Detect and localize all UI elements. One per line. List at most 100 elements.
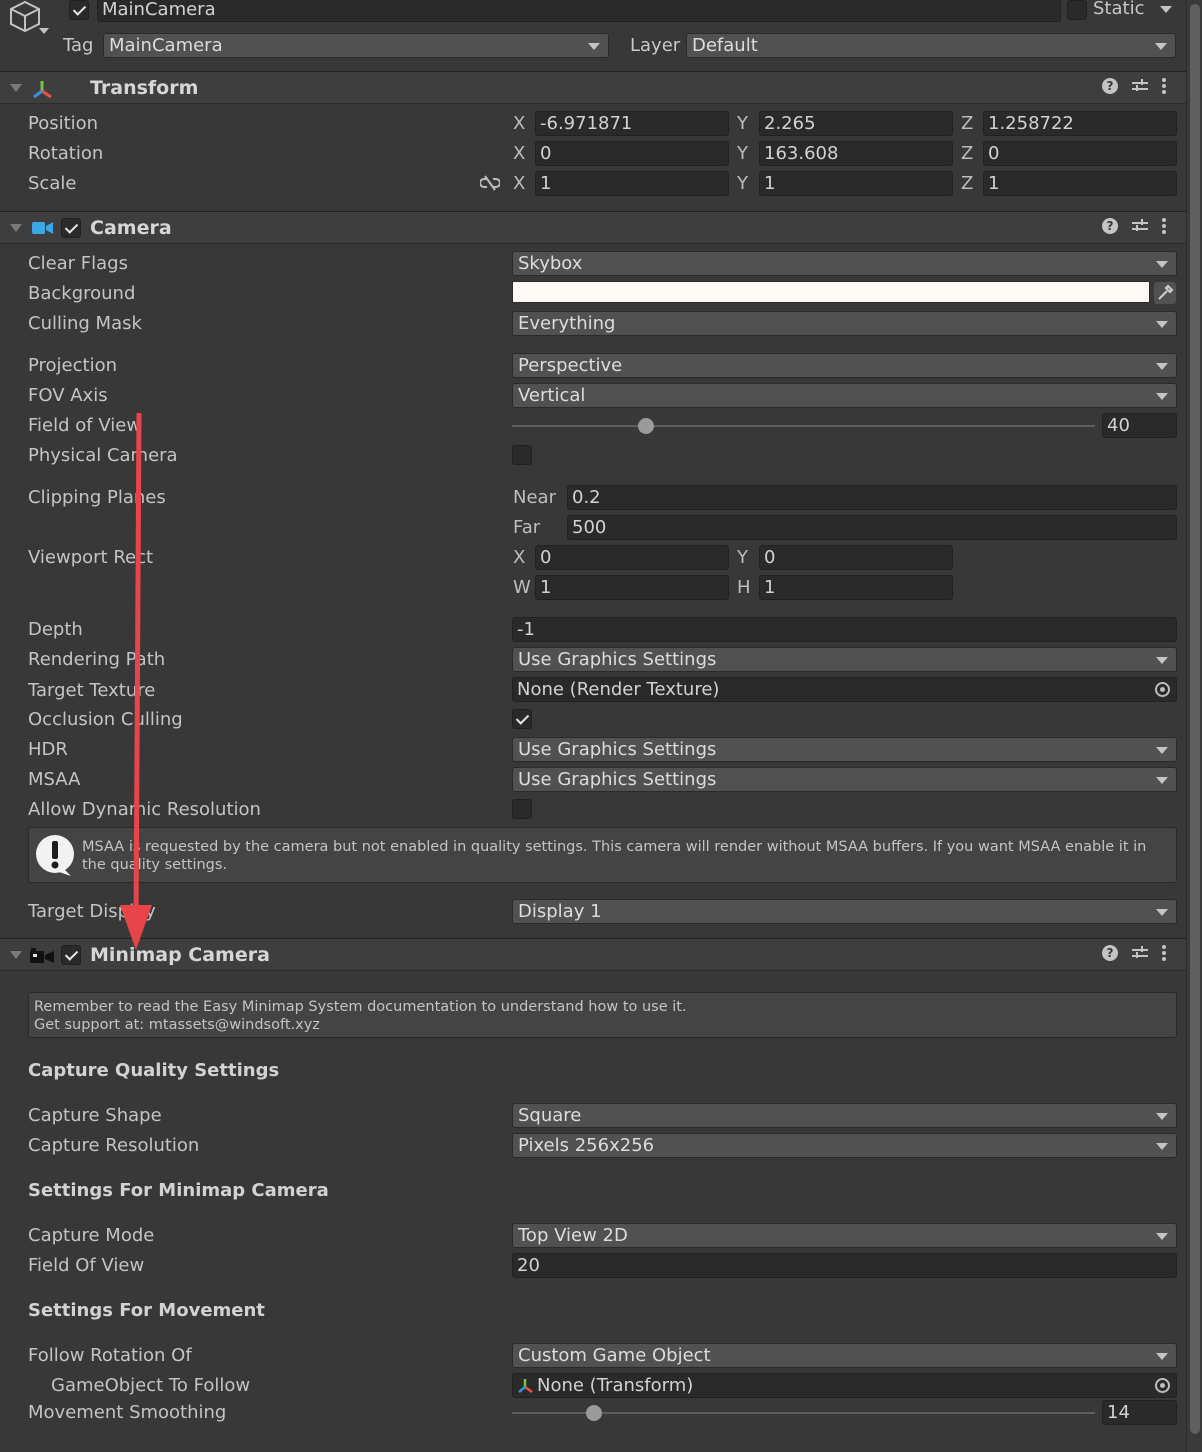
- clear-flags-dropdown[interactable]: Skybox: [512, 251, 1177, 276]
- minimap-camera-enabled-checkbox[interactable]: [61, 945, 81, 965]
- viewport-x-label[interactable]: X: [513, 547, 525, 568]
- help-icon[interactable]: ?: [1102, 945, 1118, 961]
- scale-y-field[interactable]: 1: [759, 171, 953, 196]
- position-z-field[interactable]: 1.258722: [983, 111, 1177, 136]
- presets-icon[interactable]: [1132, 78, 1148, 94]
- camera-enabled-checkbox[interactable]: [61, 218, 81, 238]
- projection-label: Projection: [28, 355, 118, 376]
- movement-smoothing-slider-thumb[interactable]: [585, 1405, 602, 1421]
- rendering-path-dropdown[interactable]: Use Graphics Settings: [512, 647, 1177, 672]
- msaa-value: Use Graphics Settings: [518, 769, 717, 790]
- rotation-z-label[interactable]: Z: [961, 143, 973, 164]
- allow-dynamic-resolution-label: Allow Dynamic Resolution: [28, 799, 261, 820]
- viewport-w-field[interactable]: 1: [535, 575, 729, 600]
- rotation-x-label[interactable]: X: [513, 143, 525, 164]
- scale-z-field[interactable]: 1: [983, 171, 1177, 196]
- field-of-view-slider-thumb[interactable]: [638, 418, 655, 434]
- position-x-label[interactable]: X: [513, 113, 525, 134]
- rotation-z-field[interactable]: 0: [983, 141, 1177, 166]
- rotation-y-label[interactable]: Y: [737, 143, 748, 164]
- movement-smoothing-field[interactable]: 14: [1102, 1400, 1177, 1425]
- near-field[interactable]: 0.2: [567, 485, 1177, 510]
- object-picker-icon[interactable]: [1155, 682, 1170, 697]
- scale-label[interactable]: Scale: [28, 173, 76, 194]
- msaa-dropdown[interactable]: Use Graphics Settings: [512, 767, 1177, 792]
- far-field[interactable]: 500: [567, 515, 1177, 540]
- help-icon[interactable]: ?: [1102, 218, 1118, 234]
- hdr-dropdown[interactable]: Use Graphics Settings: [512, 737, 1177, 762]
- tag-dropdown[interactable]: MainCamera: [103, 33, 609, 58]
- camera-header[interactable]: Camera ?: [0, 211, 1186, 244]
- scale-z-label[interactable]: Z: [961, 173, 973, 194]
- presets-icon[interactable]: [1132, 218, 1148, 234]
- viewport-y-field[interactable]: 0: [759, 545, 953, 570]
- context-menu-icon[interactable]: [1162, 78, 1166, 94]
- rotation-label[interactable]: Rotation: [28, 143, 103, 164]
- eyedropper-icon[interactable]: [1154, 282, 1176, 304]
- layer-dropdown[interactable]: Default: [686, 33, 1176, 58]
- foldout-arrow-icon[interactable]: [10, 224, 22, 232]
- occlusion-culling-checkbox[interactable]: [512, 709, 532, 729]
- unlinked-scale-icon[interactable]: [480, 175, 500, 191]
- gameobject-to-follow-label: GameObject To Follow: [51, 1375, 251, 1396]
- presets-icon[interactable]: [1132, 945, 1148, 961]
- help-icon[interactable]: ?: [1102, 78, 1118, 94]
- camera-icon: [32, 222, 53, 234]
- transform-axes-icon: [518, 1379, 533, 1394]
- depth-field[interactable]: -1: [512, 617, 1177, 642]
- object-picker-icon[interactable]: [1155, 1378, 1170, 1393]
- inspector-scrollbar[interactable]: [1186, 0, 1202, 1452]
- context-menu-icon[interactable]: [1162, 218, 1166, 234]
- viewport-h-field[interactable]: 1: [759, 575, 953, 600]
- occlusion-culling-label: Occlusion Culling: [28, 709, 183, 730]
- rendering-path-value: Use Graphics Settings: [518, 649, 717, 670]
- culling-mask-label: Culling Mask: [28, 313, 142, 334]
- position-y-field[interactable]: 2.265: [759, 111, 953, 136]
- capture-resolution-dropdown[interactable]: Pixels 256x256: [512, 1133, 1177, 1158]
- gameobject-cube-icon[interactable]: [8, 0, 50, 40]
- minimap-info-line2: Get support at: mtassets@windsoft.xyz: [34, 1017, 320, 1033]
- culling-mask-dropdown[interactable]: Everything: [512, 311, 1177, 336]
- capture-shape-dropdown[interactable]: Square: [512, 1103, 1177, 1128]
- field-of-view-field[interactable]: 40: [1102, 413, 1177, 438]
- follow-rotation-of-label: Follow Rotation Of: [28, 1345, 192, 1366]
- gameobject-to-follow-field[interactable]: None (Transform): [512, 1373, 1177, 1398]
- allow-dynamic-resolution-checkbox[interactable]: [512, 799, 532, 819]
- scale-x-field[interactable]: 1: [535, 171, 729, 196]
- minimap-field-of-view-field[interactable]: 20: [512, 1253, 1177, 1278]
- position-label[interactable]: Position: [28, 113, 98, 134]
- near-label[interactable]: Near: [513, 487, 556, 508]
- context-menu-icon[interactable]: [1162, 945, 1166, 961]
- viewport-y-label[interactable]: Y: [737, 547, 748, 568]
- settings-for-movement-title: Settings For Movement: [28, 1300, 265, 1321]
- physical-camera-checkbox[interactable]: [512, 445, 532, 465]
- scale-y-label[interactable]: Y: [737, 173, 748, 194]
- rotation-x-field[interactable]: 0: [535, 141, 729, 166]
- position-y-label[interactable]: Y: [737, 113, 748, 134]
- rotation-y-field[interactable]: 163.608: [759, 141, 953, 166]
- object-active-checkbox[interactable]: [69, 0, 89, 20]
- field-of-view-slider-track[interactable]: [512, 425, 1095, 427]
- scale-x-label[interactable]: X: [513, 173, 525, 194]
- target-texture-field[interactable]: None (Render Texture): [512, 677, 1177, 702]
- static-checkbox[interactable]: [1067, 0, 1087, 20]
- viewport-h-label[interactable]: H: [737, 577, 751, 598]
- minimap-camera-header[interactable]: Minimap Camera ?: [0, 938, 1186, 971]
- follow-rotation-of-dropdown[interactable]: Custom Game Object: [512, 1343, 1177, 1368]
- position-z-label[interactable]: Z: [961, 113, 973, 134]
- transform-header[interactable]: Transform ?: [0, 71, 1186, 104]
- fov-axis-dropdown[interactable]: Vertical: [512, 383, 1177, 408]
- position-x-field[interactable]: -6.971871: [535, 111, 729, 136]
- projection-dropdown[interactable]: Perspective: [512, 353, 1177, 378]
- object-name-field[interactable]: MainCamera: [97, 0, 1061, 22]
- capture-mode-dropdown[interactable]: Top View 2D: [512, 1223, 1177, 1248]
- viewport-w-label[interactable]: W: [513, 577, 531, 598]
- foldout-arrow-icon[interactable]: [10, 951, 22, 959]
- far-label[interactable]: Far: [513, 517, 540, 538]
- scrollbar-thumb[interactable]: [1190, 4, 1200, 1434]
- static-dropdown-caret-icon[interactable]: [1160, 6, 1172, 13]
- background-color-swatch[interactable]: [512, 281, 1150, 303]
- foldout-arrow-icon[interactable]: [10, 84, 22, 92]
- viewport-x-field[interactable]: 0: [535, 545, 729, 570]
- target-display-dropdown[interactable]: Display 1: [512, 899, 1177, 924]
